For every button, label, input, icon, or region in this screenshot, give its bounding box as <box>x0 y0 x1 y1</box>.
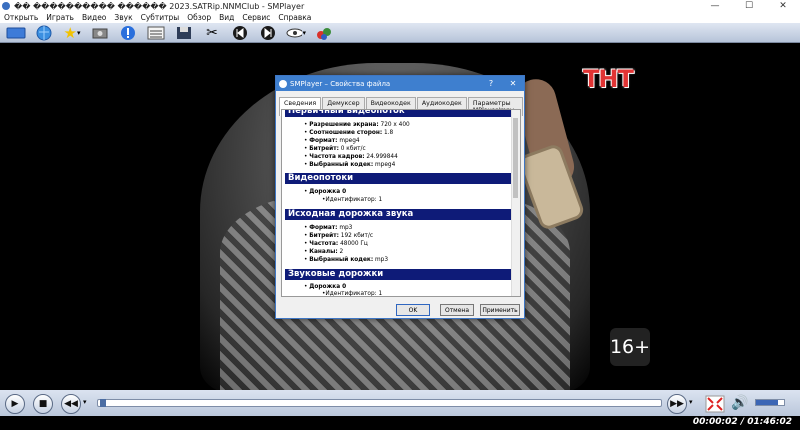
prop-row: • Выбранный кодек: mpeg4 <box>304 162 396 168</box>
file-properties-dialog: SMPlayer – Свойства файла ? ✕ Сведения Д… <box>275 75 525 319</box>
menu-view[interactable]: Вид <box>215 13 238 22</box>
section-video-main: Первичный видеопоток <box>285 110 511 117</box>
window-titlebar: �� ���������� ������ 2023.SATRip.NNMClub… <box>0 0 800 12</box>
menu-audio[interactable]: Звук <box>110 13 136 22</box>
prop-row: • Битрейт: 0 кбит/с <box>304 146 366 152</box>
fullscreen-button[interactable] <box>705 395 725 413</box>
age-rating-badge: 16+ <box>610 328 650 366</box>
play-button[interactable]: ▶ <box>5 394 25 414</box>
stop-button[interactable]: ■ <box>33 394 53 414</box>
info-scrollbar[interactable] <box>511 110 520 296</box>
prop-row: • Каналы: 2 <box>304 249 344 255</box>
mixer-icon[interactable] <box>314 25 334 41</box>
time-display-bar: 00:00:02 / 01:46:02 <box>0 416 800 430</box>
forward-menu-arrow-icon[interactable]: ▾ <box>689 398 693 406</box>
forward-button[interactable]: ▶▶ <box>667 394 687 414</box>
stop-icon: ■ <box>38 399 48 409</box>
info-panel[interactable]: Первичный видеопоток • Разрешение экрана… <box>281 109 521 297</box>
rewind-menu-arrow-icon[interactable]: ▾ <box>83 398 87 406</box>
section-audio-main: Исходная дорожка звука <box>285 209 511 220</box>
dialog-titlebar: SMPlayer – Свойства файла ? ✕ <box>276 76 524 91</box>
menu-video[interactable]: Видео <box>78 13 110 22</box>
prop-row: • Соотношение сторон: 1.8 <box>304 130 394 136</box>
fullscreen-icon <box>705 395 725 413</box>
prop-row: • Разрешение экрана: 720 x 400 <box>304 122 410 128</box>
prop-row: • Формат: mpeg4 <box>304 138 360 144</box>
dialog-title: SMPlayer – Свойства файла <box>290 79 391 88</box>
close-button[interactable]: ✕ <box>766 0 800 12</box>
eye-icon[interactable]: ▾ <box>286 25 306 41</box>
cancel-button[interactable]: Отмена <box>440 304 474 316</box>
control-bar: ▶ ■ ◀◀ ▾ ▶▶ ▾ 🔊 00:00:02 / 01:46:02 <box>0 390 800 430</box>
menu-open[interactable]: Открыть <box>0 13 42 22</box>
dialog-help-button[interactable]: ? <box>480 79 502 88</box>
minimize-button[interactable]: — <box>698 0 732 12</box>
scrollbar-thumb[interactable] <box>513 118 518 198</box>
maximize-button[interactable]: ☐ <box>732 0 766 12</box>
section-video-tracks: Видеопотоки <box>285 173 511 184</box>
menu-tools[interactable]: Сервис <box>238 13 274 22</box>
prop-row: • Частота: 48000 Гц <box>304 241 368 247</box>
channel-logo: ТНТ <box>583 65 634 93</box>
menu-help[interactable]: Справка <box>274 13 315 22</box>
ok-button[interactable]: OK <box>396 304 430 316</box>
toolbar: ★ ▾ ✂ ▾ <box>0 23 800 43</box>
seek-handle[interactable] <box>99 399 106 407</box>
apply-button[interactable]: Применить <box>480 304 520 316</box>
volume-level <box>756 400 779 405</box>
time-display: 00:00:02 / 01:46:02 <box>692 417 792 427</box>
rewind-button[interactable]: ◀◀ <box>61 394 81 414</box>
menu-bar: Открыть Играть Видео Звук Субтитры Обзор… <box>0 12 800 23</box>
menu-subtitles[interactable]: Субтитры <box>137 13 184 22</box>
play-icon: ▶ <box>11 399 19 409</box>
smplayer-dialog-icon <box>279 79 287 88</box>
skip-forward-icon[interactable] <box>258 25 278 41</box>
forward-icon: ▶▶ <box>670 399 684 409</box>
prop-row: • Битрейт: 192 кбит/с <box>304 233 374 239</box>
screenshot-icon[interactable] <box>90 25 110 41</box>
speaker-icon[interactable]: 🔊 <box>731 395 748 411</box>
playlist-icon[interactable] <box>146 25 166 41</box>
globe-icon[interactable] <box>34 25 54 41</box>
dialog-close-button[interactable]: ✕ <box>502 79 524 88</box>
prop-row: • Выбранный кодек: mp3 <box>304 257 389 263</box>
menu-browse[interactable]: Обзор <box>183 13 215 22</box>
save-icon[interactable] <box>174 25 194 41</box>
video-track-id-row: •Идентификатор: 1 <box>322 197 383 203</box>
rewind-icon: ◀◀ <box>64 399 78 409</box>
audio-track-row: • Дорожка 0 <box>304 284 347 290</box>
monitor-icon[interactable] <box>6 25 26 41</box>
info-icon[interactable] <box>118 25 138 41</box>
tools-icon[interactable]: ✂ <box>202 25 222 41</box>
star-icon[interactable]: ★ ▾ <box>62 24 82 42</box>
window-title: �� ���������� ������ 2023.SATRip.NNMClub… <box>14 1 305 11</box>
prop-row: • Формат: mp3 <box>304 225 353 231</box>
skip-back-icon[interactable] <box>230 25 250 41</box>
smplayer-app-icon <box>2 2 10 10</box>
prop-row: • Частота кадров: 24.999844 <box>304 154 398 160</box>
volume-slider[interactable] <box>755 399 785 406</box>
audio-track-id-row: •Идентификатор: 1 <box>322 291 383 297</box>
seek-bar[interactable] <box>97 399 662 407</box>
menu-play[interactable]: Играть <box>42 13 78 22</box>
section-audio-tracks: Звуковые дорожки <box>285 269 511 280</box>
video-track-row: • Дорожка 0 <box>304 189 347 195</box>
